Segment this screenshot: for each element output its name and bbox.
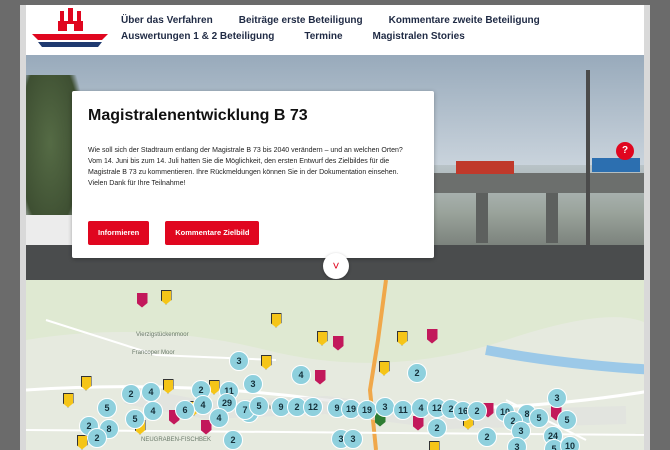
- intro-actions: Informieren Kommentare Zielbild: [88, 221, 260, 245]
- nav-item-stories[interactable]: Magistralen Stories: [373, 29, 465, 45]
- cluster-marker[interactable]: 6: [175, 400, 195, 420]
- cluster-marker[interactable]: 11: [393, 400, 413, 420]
- cluster-marker[interactable]: 5: [557, 410, 577, 430]
- map-place-label: Vierzigstückenmoor: [136, 332, 189, 338]
- page-title: Magistralenentwicklung B 73: [88, 107, 308, 124]
- cluster-marker[interactable]: 3: [507, 437, 527, 450]
- intro-text: Wie soll sich der Stadtraum entlang der …: [88, 147, 403, 187]
- hero-photo-truck: [456, 161, 514, 174]
- hamburg-logo[interactable]: [30, 7, 110, 51]
- cluster-marker[interactable]: 3: [243, 374, 263, 394]
- hero-photo-pillar: [476, 193, 488, 243]
- cluster-marker[interactable]: 5: [97, 398, 117, 418]
- hero-photo-bridge: [426, 173, 644, 193]
- hero-section: Magistralenentwicklung B 73 Wie soll sic…: [26, 55, 644, 280]
- cluster-marker[interactable]: 5: [125, 409, 145, 429]
- cluster-marker[interactable]: 2: [121, 384, 141, 404]
- cluster-marker[interactable]: 4: [141, 382, 161, 402]
- nav-row-1: Über das Verfahren Beiträge erste Beteil…: [121, 13, 541, 29]
- comment-map[interactable]: Vierzigstückenmoor Francoper Moor NEUGRA…: [26, 280, 644, 450]
- cluster-marker[interactable]: 12: [303, 397, 323, 417]
- nav-item-auswertungen[interactable]: Auswertungen 1 & 2 Beteiligung: [121, 29, 274, 45]
- cluster-marker[interactable]: 2: [223, 430, 243, 450]
- hero-photo-pillar: [546, 193, 558, 243]
- cluster-marker[interactable]: 3: [547, 388, 567, 408]
- nav-item-verfahren[interactable]: Über das Verfahren: [121, 13, 213, 29]
- cluster-marker[interactable]: 2: [477, 427, 497, 447]
- map-place-label: Francoper Moor: [132, 350, 175, 356]
- map-base-layer: [26, 280, 644, 450]
- cluster-marker[interactable]: 2: [427, 418, 447, 438]
- intro-card: Magistralenentwicklung B 73 Wie soll sic…: [72, 91, 434, 258]
- chevron-down-icon[interactable]: ˅: [323, 253, 349, 279]
- comment-marker[interactable]: [428, 440, 440, 450]
- hero-photo-truck: [592, 158, 640, 172]
- nav-item-beitraege[interactable]: Beiträge erste Beteiligung: [239, 13, 363, 29]
- nav-row-2: Auswertungen 1 & 2 Beteiligung Termine M…: [121, 29, 541, 45]
- cluster-marker[interactable]: 2: [407, 363, 427, 383]
- cluster-marker[interactable]: 4: [291, 365, 311, 385]
- cluster-marker[interactable]: 2: [467, 401, 487, 421]
- cluster-marker[interactable]: 5: [249, 396, 269, 416]
- map-place-label: NEUGRABEN-FISCHBEK: [141, 437, 212, 443]
- cluster-marker[interactable]: 10: [560, 436, 580, 450]
- cluster-marker[interactable]: 3: [375, 397, 395, 417]
- cluster-marker[interactable]: 3: [343, 429, 363, 449]
- informieren-button[interactable]: Informieren: [88, 221, 150, 245]
- browser-content: Über das Verfahren Beiträge erste Beteil…: [20, 5, 650, 450]
- main-navigation: Über das Verfahren Beiträge erste Beteil…: [121, 13, 541, 45]
- site-header: Über das Verfahren Beiträge erste Beteil…: [26, 5, 644, 55]
- cluster-marker[interactable]: 3: [229, 351, 249, 371]
- cluster-marker[interactable]: 5: [529, 408, 549, 428]
- cluster-marker[interactable]: 19: [357, 400, 377, 420]
- cluster-marker[interactable]: 2: [87, 428, 107, 448]
- cluster-marker[interactable]: 4: [143, 401, 163, 421]
- kommentare-zielbild-button[interactable]: Kommentare Zielbild: [165, 221, 260, 245]
- help-button[interactable]: ?: [616, 142, 634, 160]
- nav-item-termine[interactable]: Termine: [304, 29, 342, 45]
- hero-photo-streetlamp: [586, 70, 590, 265]
- nav-item-kommentare[interactable]: Kommentare zweite Beteiligung: [389, 13, 540, 29]
- cluster-marker[interactable]: 4: [209, 408, 229, 428]
